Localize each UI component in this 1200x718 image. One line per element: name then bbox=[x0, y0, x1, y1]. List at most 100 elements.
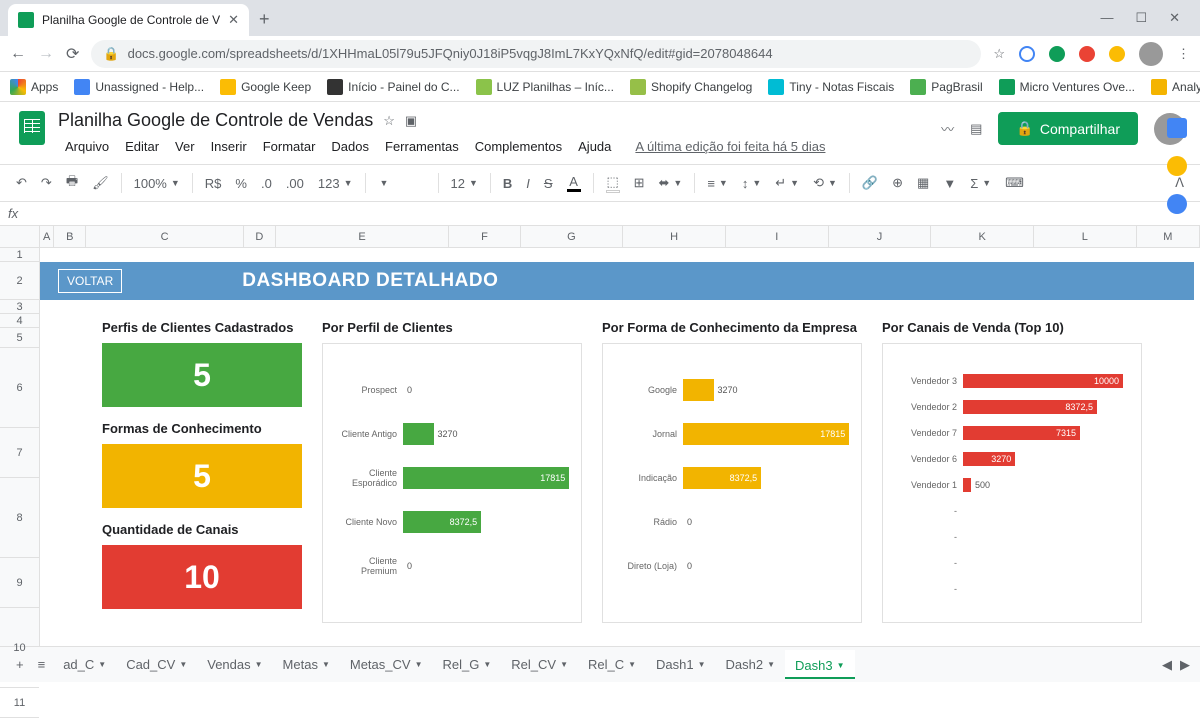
menu-arquivo[interactable]: Arquivo bbox=[58, 135, 116, 158]
keep-icon[interactable] bbox=[1167, 156, 1187, 176]
font-select[interactable]: ▼ bbox=[372, 174, 432, 192]
column-header[interactable]: L bbox=[1034, 226, 1137, 247]
document-title[interactable]: Planilha Google de Controle de Vendas bbox=[58, 110, 373, 131]
share-button[interactable]: 🔒 Compartilhar bbox=[998, 112, 1138, 145]
row-header[interactable]: 8 bbox=[0, 478, 39, 558]
apps-shortcut[interactable]: Apps bbox=[10, 79, 58, 95]
row-header[interactable]: 4 bbox=[0, 314, 39, 328]
merge-button[interactable]: ⬌▼ bbox=[653, 171, 689, 195]
bookmark-item[interactable]: PagBrasil bbox=[910, 79, 982, 95]
bookmark-item[interactable]: Unassigned - Help... bbox=[74, 79, 204, 95]
functions-button[interactable]: Σ▼ bbox=[964, 172, 997, 195]
formula-bar[interactable]: fx bbox=[0, 202, 1200, 226]
extension-icon[interactable] bbox=[1019, 46, 1035, 62]
strike-button[interactable]: S bbox=[538, 172, 559, 195]
redo-icon[interactable]: ↷ bbox=[35, 171, 58, 195]
row-header[interactable]: 9 bbox=[0, 558, 39, 608]
sheet-tab[interactable]: Rel_G ▼ bbox=[433, 650, 502, 679]
column-header[interactable]: D bbox=[244, 226, 276, 247]
row-header[interactable]: 3 bbox=[0, 300, 39, 314]
percent-button[interactable]: % bbox=[229, 172, 253, 195]
more-formats-button[interactable]: 123▼ bbox=[312, 172, 359, 195]
sheets-logo-icon[interactable] bbox=[14, 110, 50, 146]
star-icon[interactable]: ☆ bbox=[383, 113, 395, 129]
menu-ver[interactable]: Ver bbox=[168, 135, 202, 158]
font-size-select[interactable]: 12▼ bbox=[445, 172, 484, 195]
voltar-button[interactable]: VOLTAR bbox=[58, 269, 122, 293]
tasks-icon[interactable] bbox=[1167, 194, 1187, 214]
chart-box[interactable]: Vendedor 310000Vendedor 28372,5Vendedor … bbox=[882, 343, 1142, 623]
sheet-tab[interactable]: Rel_CV ▼ bbox=[501, 650, 578, 679]
column-header[interactable]: G bbox=[521, 226, 624, 247]
extension-icon[interactable] bbox=[1049, 46, 1065, 62]
address-bar[interactable]: 🔒 docs.google.com/spreadsheets/d/1XHHmaL… bbox=[91, 40, 981, 68]
currency-button[interactable]: R$ bbox=[199, 172, 228, 195]
sheet-tab[interactable]: Dash1 ▼ bbox=[646, 650, 716, 679]
sheet-tab[interactable]: Cad_CV ▼ bbox=[116, 650, 197, 679]
calendar-icon[interactable] bbox=[1167, 118, 1187, 138]
menu-formatar[interactable]: Formatar bbox=[256, 135, 323, 158]
last-edit-info[interactable]: A última edição foi feita há 5 dias bbox=[628, 135, 832, 158]
browser-tab[interactable]: Planilha Google de Controle de V ✕ bbox=[8, 4, 249, 36]
grid-content[interactable]: VOLTAR DASHBOARD DETALHADO Perfis de Cli… bbox=[40, 248, 1200, 623]
v-align-button[interactable]: ↕▼ bbox=[736, 172, 767, 195]
bookmark-item[interactable]: Shopify Changelog bbox=[630, 79, 752, 95]
menu-icon[interactable]: ⋮ bbox=[1177, 46, 1190, 62]
sheet-tab[interactable]: Vendas ▼ bbox=[197, 650, 272, 679]
row-header[interactable]: 7 bbox=[0, 428, 39, 478]
sheet-tab[interactable]: Dash2 ▼ bbox=[716, 650, 786, 679]
decrease-decimal-button[interactable]: .0 bbox=[255, 172, 278, 195]
reload-icon[interactable]: ⟳ bbox=[66, 44, 79, 64]
column-header[interactable]: A bbox=[40, 226, 54, 247]
back-icon[interactable]: ← bbox=[10, 45, 26, 63]
minimize-icon[interactable]: — bbox=[1100, 10, 1113, 26]
undo-icon[interactable]: ↶ bbox=[10, 171, 33, 195]
column-header[interactable]: E bbox=[276, 226, 450, 247]
sheet-tab[interactable]: Metas_CV ▼ bbox=[340, 650, 433, 679]
row-header[interactable]: 1 bbox=[0, 248, 39, 262]
bookmark-item[interactable]: LUZ Planilhas – Iníc... bbox=[476, 79, 614, 95]
extension-icon[interactable] bbox=[1109, 46, 1125, 62]
row-header[interactable]: 5 bbox=[0, 328, 39, 348]
bookmark-item[interactable]: Google Keep bbox=[220, 79, 311, 95]
extension-icon[interactable] bbox=[1079, 46, 1095, 62]
column-header[interactable]: J bbox=[829, 226, 932, 247]
row-header[interactable]: 11 bbox=[0, 688, 39, 718]
activity-icon[interactable]: 〰 bbox=[941, 119, 954, 138]
comments-icon[interactable]: ▤ bbox=[970, 121, 982, 137]
column-header[interactable]: K bbox=[931, 226, 1034, 247]
menu-ferramentas[interactable]: Ferramentas bbox=[378, 135, 466, 158]
forward-icon[interactable]: → bbox=[38, 45, 54, 63]
new-tab-button[interactable]: + bbox=[259, 9, 270, 30]
tab-scroll-left-icon[interactable]: ◀ bbox=[1162, 657, 1172, 673]
menu-dados[interactable]: Dados bbox=[324, 135, 376, 158]
h-align-button[interactable]: ≡▼ bbox=[701, 172, 734, 195]
close-window-icon[interactable]: ✕ bbox=[1169, 10, 1180, 26]
italic-button[interactable]: I bbox=[520, 172, 536, 195]
increase-decimal-button[interactable]: .00 bbox=[280, 172, 310, 195]
print-icon[interactable]: 🖶 bbox=[60, 168, 84, 198]
fill-color-button[interactable]: ⬚ bbox=[600, 170, 626, 197]
sheet-tab[interactable]: Rel_C ▼ bbox=[578, 650, 646, 679]
tab-scroll-right-icon[interactable]: ▶ bbox=[1180, 657, 1190, 673]
profile-avatar[interactable] bbox=[1139, 42, 1163, 66]
close-tab-icon[interactable]: ✕ bbox=[228, 12, 239, 28]
chart-box[interactable]: Google3270Jornal17815Indicação8372,5Rádi… bbox=[602, 343, 862, 623]
add-sheet-button[interactable]: + bbox=[10, 651, 30, 678]
column-header[interactable]: B bbox=[54, 226, 86, 247]
sheet-tab[interactable]: Dash3 ▼ bbox=[785, 650, 855, 679]
sheet-tab[interactable]: Metas ▼ bbox=[273, 650, 340, 679]
chart-box[interactable]: Prospect0Cliente Antigo3270Cliente Espor… bbox=[322, 343, 582, 623]
borders-button[interactable]: ⊞ bbox=[628, 171, 651, 195]
menu-complementos[interactable]: Complementos bbox=[468, 135, 569, 158]
column-header[interactable]: I bbox=[726, 226, 829, 247]
column-header[interactable]: C bbox=[86, 226, 244, 247]
menu-editar[interactable]: Editar bbox=[118, 135, 166, 158]
chart-button[interactable]: ▦ bbox=[911, 171, 935, 195]
filter-button[interactable]: ▼ bbox=[937, 172, 962, 195]
wrap-button[interactable]: ↵▼ bbox=[769, 171, 805, 195]
sheet-tab[interactable]: ad_C ▼ bbox=[53, 650, 116, 679]
link-button[interactable]: 🔗 bbox=[856, 171, 884, 195]
row-header[interactable]: 6 bbox=[0, 348, 39, 428]
zoom-select[interactable]: 100%▼ bbox=[128, 172, 186, 195]
